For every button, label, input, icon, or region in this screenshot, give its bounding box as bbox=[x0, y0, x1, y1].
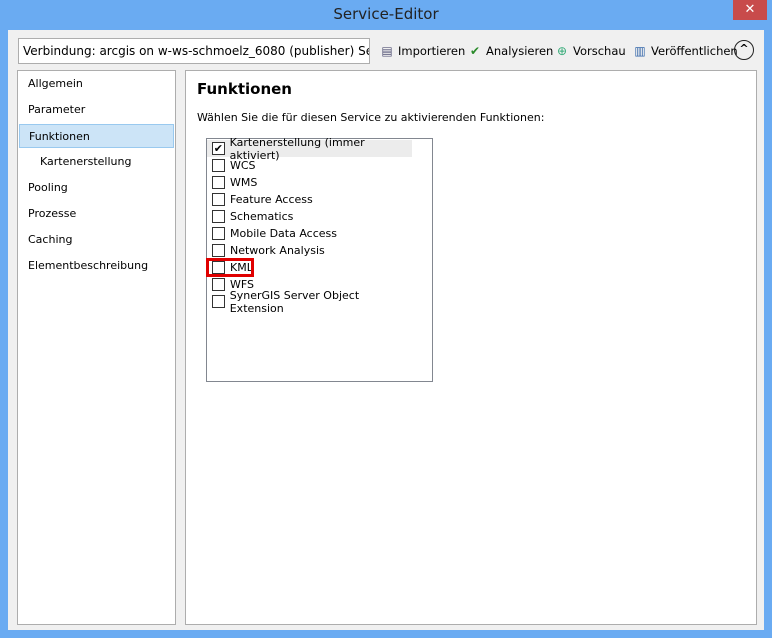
capability-item[interactable]: Mobile Data Access bbox=[207, 225, 412, 242]
publish-icon: ▥ bbox=[634, 44, 646, 58]
capability-label: Network Analysis bbox=[230, 244, 325, 257]
capability-item[interactable]: Schematics bbox=[207, 208, 412, 225]
checkbox[interactable] bbox=[212, 295, 225, 308]
sidebar-item-prozesse[interactable]: Prozesse bbox=[19, 202, 174, 226]
analyze-label: Analysieren bbox=[486, 44, 554, 58]
sidebar: Allgemein Parameter Funktionen Karteners… bbox=[17, 70, 176, 625]
preview-label: Vorschau bbox=[573, 44, 626, 58]
capability-item[interactable]: SynerGIS Server Object Extension bbox=[207, 289, 412, 315]
connection-field[interactable]: Verbindung: arcgis on w-ws-schmoelz_6080… bbox=[18, 38, 370, 64]
sidebar-item-funktionen[interactable]: Funktionen bbox=[19, 124, 174, 148]
capability-label: Feature Access bbox=[230, 193, 313, 206]
main-panel: Funktionen Wählen Sie die für diesen Ser… bbox=[185, 70, 757, 625]
import-icon: ▤ bbox=[381, 44, 393, 58]
publish-button[interactable]: ▥ Veröffentlichen bbox=[632, 40, 738, 62]
sidebar-item-elementbeschreibung[interactable]: Elementbeschreibung bbox=[19, 254, 174, 278]
sidebar-item-allgemein[interactable]: Allgemein bbox=[19, 72, 174, 96]
publish-label: Veröffentlichen bbox=[651, 44, 738, 58]
import-label: Importieren bbox=[398, 44, 466, 58]
checkbox[interactable] bbox=[212, 244, 225, 257]
preview-button[interactable]: ⊕ Vorschau bbox=[554, 40, 626, 62]
checkbox[interactable]: ✔ bbox=[212, 142, 225, 155]
capability-item[interactable]: Network Analysis bbox=[207, 242, 412, 259]
analyze-button[interactable]: ✔ Analysieren bbox=[467, 40, 553, 62]
checkbox[interactable] bbox=[212, 227, 225, 240]
checkmark-icon: ✔ bbox=[469, 44, 481, 58]
sidebar-item-caching[interactable]: Caching bbox=[19, 228, 174, 252]
capability-item[interactable]: KML bbox=[206, 258, 412, 277]
close-button[interactable]: ✕ bbox=[733, 0, 767, 20]
capability-item[interactable]: ✔ Kartenerstellung (immer aktiviert) bbox=[207, 136, 412, 162]
sidebar-item-parameter[interactable]: Parameter bbox=[19, 98, 174, 122]
checkbox[interactable] bbox=[212, 278, 225, 291]
capability-label: WMS bbox=[230, 176, 258, 189]
highlight-box bbox=[206, 258, 254, 277]
sidebar-item-pooling[interactable]: Pooling bbox=[19, 176, 174, 200]
preview-icon: ⊕ bbox=[556, 44, 568, 58]
capability-item[interactable]: Feature Access bbox=[207, 191, 412, 208]
capability-item[interactable]: WCS bbox=[207, 157, 412, 174]
window-title: Service-Editor bbox=[333, 5, 439, 23]
sidebar-item-kartenerstellung[interactable]: Kartenerstellung bbox=[19, 150, 174, 174]
checkbox[interactable] bbox=[212, 159, 225, 172]
description: Wählen Sie die für diesen Service zu akt… bbox=[197, 111, 545, 124]
capability-label: Mobile Data Access bbox=[230, 227, 337, 240]
capability-label: SynerGIS Server Object Extension bbox=[229, 288, 360, 315]
capabilities-list: ✔ Kartenerstellung (immer aktiviert) WCS WM… bbox=[206, 136, 433, 382]
checkbox[interactable] bbox=[212, 193, 225, 206]
capability-item[interactable]: WMS bbox=[207, 174, 412, 191]
collapse-button[interactable]: ^ bbox=[734, 40, 754, 60]
capability-label: Schematics bbox=[230, 210, 294, 223]
page-title: Funktionen bbox=[197, 80, 292, 98]
capability-label: WCS bbox=[230, 159, 256, 172]
checkbox[interactable] bbox=[212, 176, 225, 189]
checkbox[interactable] bbox=[212, 210, 225, 223]
client-area: Verbindung: arcgis on w-ws-schmoelz_6080… bbox=[8, 30, 764, 630]
import-button[interactable]: ▤ Importieren bbox=[379, 40, 465, 62]
